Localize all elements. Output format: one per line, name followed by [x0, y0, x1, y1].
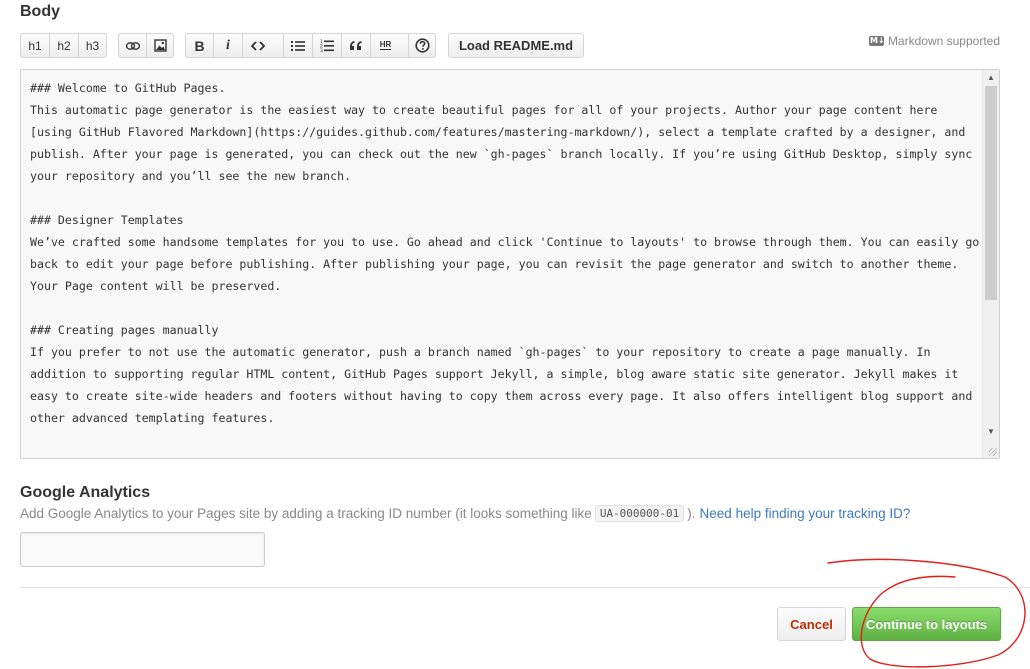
scroll-down-icon[interactable]: ▼	[987, 427, 995, 436]
scroll-up-icon[interactable]: ▲	[987, 73, 995, 82]
tracking-id-help-link[interactable]: Need help finding your tracking ID?	[700, 506, 911, 521]
image-icon	[153, 39, 167, 52]
ordered-list-button[interactable]: 1 2 3	[313, 34, 342, 57]
scrollbar-thumb[interactable]	[985, 86, 997, 300]
example-tracking-id: UA-000000-01	[594, 505, 685, 522]
quote-icon	[350, 41, 362, 50]
h2-button[interactable]: h2	[50, 34, 79, 57]
link-icon	[125, 41, 140, 50]
hr-icon: HR	[379, 40, 392, 50]
unordered-list-button[interactable]	[284, 34, 313, 57]
analytics-description: Add Google Analytics to your Pages site …	[20, 505, 910, 522]
analytics-description-end: ).	[687, 506, 696, 521]
link-button[interactable]	[119, 34, 147, 57]
markdown-note-text: Markdown supported	[887, 34, 1000, 48]
cancel-button[interactable]: Cancel	[777, 607, 846, 641]
bold-button[interactable]: B	[186, 34, 214, 57]
markdown-icon: M↓	[868, 36, 885, 46]
insert-button-group	[118, 33, 174, 58]
h3-button[interactable]: h3	[79, 34, 106, 57]
italic-button[interactable]: i	[214, 34, 243, 57]
heading-button-group: h1 h2 h3	[20, 33, 107, 58]
horizontal-rule-button[interactable]: HR	[371, 34, 400, 57]
help-button-group	[408, 33, 436, 58]
body-editor-text[interactable]: ### Welcome to GitHub Pages. This automa…	[30, 77, 980, 429]
h1-button[interactable]: h1	[21, 34, 50, 57]
image-button[interactable]	[147, 34, 173, 57]
body-editor[interactable]: ### Welcome to GitHub Pages. This automa…	[20, 69, 1000, 459]
analytics-heading: Google Analytics	[20, 484, 151, 501]
quote-button[interactable]	[342, 34, 371, 57]
question-icon	[414, 38, 430, 53]
help-button[interactable]	[409, 34, 435, 57]
numbered-list-icon: 1 2 3	[320, 39, 334, 52]
continue-to-layouts-button[interactable]: Continue to layouts	[852, 607, 1001, 641]
code-icon	[250, 40, 265, 51]
markdown-badge: M↓	[869, 36, 885, 45]
editor-scrollbar[interactable]: ▲ ▼	[982, 70, 999, 458]
code-button[interactable]	[243, 34, 272, 57]
bullet-list-icon	[291, 40, 305, 51]
load-readme-button[interactable]: Load README.md	[448, 33, 584, 58]
format-button-group: B i	[185, 33, 293, 58]
tracking-id-input[interactable]	[20, 532, 265, 567]
resize-grip-icon[interactable]	[989, 448, 997, 456]
body-heading: Body	[20, 3, 60, 20]
divider	[20, 587, 1030, 588]
svg-text:3: 3	[320, 48, 323, 52]
analytics-description-text: Add Google Analytics to your Pages site …	[20, 506, 592, 521]
markdown-supported-note: M↓ Markdown supported	[868, 34, 1000, 48]
block-button-group: 1 2 3 HR	[283, 33, 421, 58]
